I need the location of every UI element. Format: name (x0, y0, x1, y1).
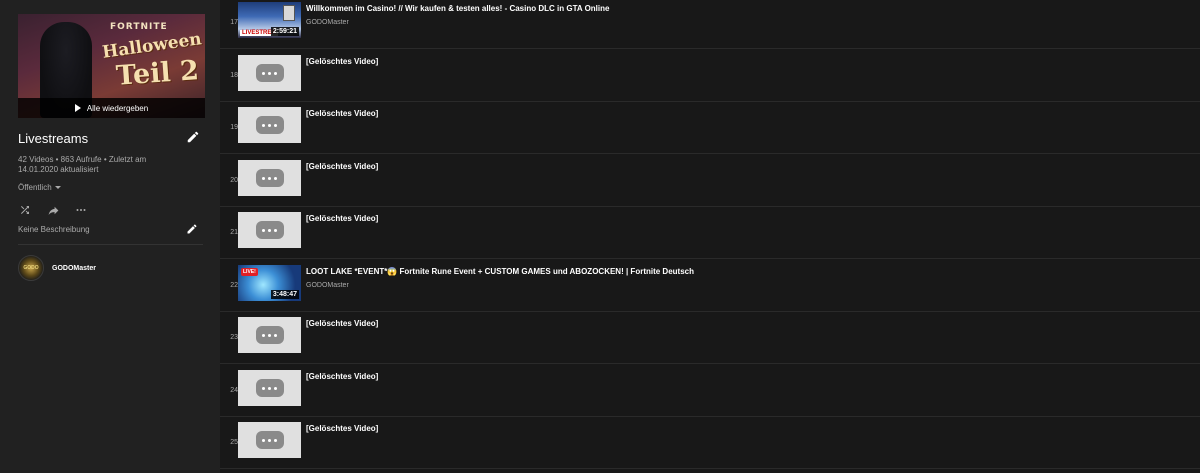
row-index: 19 (230, 124, 238, 131)
play-all-button[interactable]: Alle wiedergeben (18, 98, 205, 118)
more-icon (76, 209, 86, 211)
deleted-video-icon (255, 64, 284, 82)
video-title[interactable]: LOOT LAKE *EVENT*😱 Fortnite Rune Event +… (306, 267, 694, 276)
avatar[interactable]: GODO (18, 255, 44, 281)
video-title[interactable]: [Gelöschtes Video] (306, 162, 378, 171)
dot-glyph (268, 438, 271, 442)
video-duration: 3:48:47 (270, 290, 299, 299)
row-index: 20 (230, 177, 238, 184)
play-icon (74, 104, 81, 112)
video-title[interactable]: [Gelöschtes Video] (306, 319, 378, 328)
dot-glyph (274, 123, 277, 127)
playlist-row[interactable]: 23 [Gelöschtes Video] (220, 312, 1200, 364)
row-index: 24 (230, 387, 238, 394)
playlist-actions (18, 203, 88, 217)
video-thumbnail[interactable] (238, 370, 301, 406)
video-duration: 2:59:21 (270, 27, 299, 36)
thumbnail-title-line2: Teil 2 (115, 55, 200, 92)
deleted-video-icon (255, 221, 284, 239)
dot-glyph (262, 176, 265, 180)
playlist-row[interactable]: 20 [Gelöschtes Video] (220, 155, 1200, 207)
live-tag: LIVE! (241, 268, 258, 276)
video-thumbnail[interactable] (238, 55, 301, 91)
playlist-row[interactable]: 18 [Gelöschtes Video] (220, 50, 1200, 102)
video-thumbnail[interactable] (238, 212, 301, 248)
more-button[interactable] (74, 203, 88, 217)
dot-glyph (262, 71, 265, 75)
dot-glyph (262, 228, 265, 232)
chevron-down-icon (54, 186, 61, 189)
playlist-stats: 42 Videos • 863 Aufrufe • Zuletzt am 14.… (18, 155, 147, 174)
playlist-row[interactable]: 19 [Gelöschtes Video] (220, 102, 1200, 154)
row-index: 25 (230, 439, 238, 446)
playlist-row[interactable]: 21 [Gelöschtes Video] (220, 207, 1200, 259)
playlist-sidebar: FORTNITE Halloween Teil 2 Alle wiedergeb… (0, 0, 220, 473)
video-title[interactable]: [Gelöschtes Video] (306, 109, 378, 118)
pencil-icon[interactable] (186, 130, 200, 144)
video-thumbnail[interactable] (238, 422, 301, 458)
deleted-video-icon (255, 431, 284, 449)
play-all-label: Alle wiedergeben (86, 103, 149, 113)
dot-glyph (274, 438, 277, 442)
video-thumbnail[interactable]: LIVE! 3:48:47 (238, 265, 301, 301)
playlist-row[interactable]: 17 LIVESTREA 2:59:21 Willkommen im Casino! … (220, 0, 1200, 49)
deleted-video-icon (255, 169, 284, 187)
dot-glyph (274, 176, 277, 180)
dot-glyph (274, 386, 277, 390)
dot-glyph (262, 123, 265, 127)
dot-glyph (268, 228, 271, 232)
dot-glyph (262, 386, 265, 390)
sidebar-divider (18, 244, 203, 245)
avatar-logo-text: GODO (23, 265, 39, 271)
dot-glyph (274, 228, 277, 232)
dot-glyph (268, 123, 271, 127)
deleted-video-icon (255, 116, 284, 134)
dot-glyph (268, 333, 271, 337)
share-button[interactable] (46, 203, 60, 217)
share-icon (48, 206, 58, 215)
deleted-video-icon (255, 379, 284, 397)
playlist-owner[interactable]: GODO GODOMaster (18, 255, 96, 281)
owner-name[interactable]: GODOMaster (52, 265, 96, 272)
video-title[interactable]: [Gelöschtes Video] (306, 57, 378, 66)
pencil-icon[interactable] (186, 223, 198, 235)
dot-glyph (262, 438, 265, 442)
row-index: 22 (230, 282, 238, 289)
dot-glyph (268, 71, 271, 75)
dot-glyph (274, 71, 277, 75)
row-index: 21 (230, 229, 238, 236)
video-channel[interactable]: GODOMaster (306, 19, 349, 26)
deleted-video-icon (255, 326, 284, 344)
video-title[interactable]: [Gelöschtes Video] (306, 372, 378, 381)
dot-glyph (274, 333, 277, 337)
video-thumbnail[interactable] (238, 317, 301, 353)
video-title[interactable]: Willkommen im Casino! // Wir kaufen & te… (306, 4, 609, 13)
playlist-row[interactable]: 25 [Gelöschtes Video] (220, 417, 1200, 469)
playlist-video-list: 17 LIVESTREA 2:59:21 Willkommen im Casino! … (220, 0, 1200, 473)
dot-glyph (268, 386, 271, 390)
privacy-label: Öffentlich (18, 183, 52, 192)
video-title[interactable]: [Gelöschtes Video] (306, 424, 378, 433)
video-thumbnail[interactable]: LIVESTREA 2:59:21 (238, 2, 301, 38)
playlist-row[interactable]: 24 [Gelöschtes Video] (220, 365, 1200, 417)
privacy-dropdown[interactable]: Öffentlich (18, 183, 61, 192)
video-channel[interactable]: GODOMaster (306, 282, 349, 289)
row-index: 17 (230, 19, 238, 26)
dot-glyph (268, 176, 271, 180)
game-logo-icon (283, 5, 295, 21)
playlist-row[interactable]: 22 LIVE! 3:48:47 LOOT LAKE *EVENT*😱 Fortnit… (220, 260, 1200, 312)
shuffle-icon (21, 206, 29, 214)
dot-glyph (262, 333, 265, 337)
shuffle-button[interactable] (18, 203, 32, 217)
video-thumbnail[interactable] (238, 160, 301, 196)
video-thumbnail[interactable] (238, 107, 301, 143)
row-index: 18 (230, 72, 238, 79)
video-title[interactable]: [Gelöschtes Video] (306, 214, 378, 223)
playlist-thumbnail[interactable]: FORTNITE Halloween Teil 2 Alle wiedergeb… (18, 14, 205, 118)
playlist-title: Livestreams (18, 131, 89, 146)
playlist-description: Keine Beschreibung (18, 225, 90, 234)
row-index: 23 (230, 334, 238, 341)
thumbnail-brand-text: FORTNITE (110, 22, 168, 32)
